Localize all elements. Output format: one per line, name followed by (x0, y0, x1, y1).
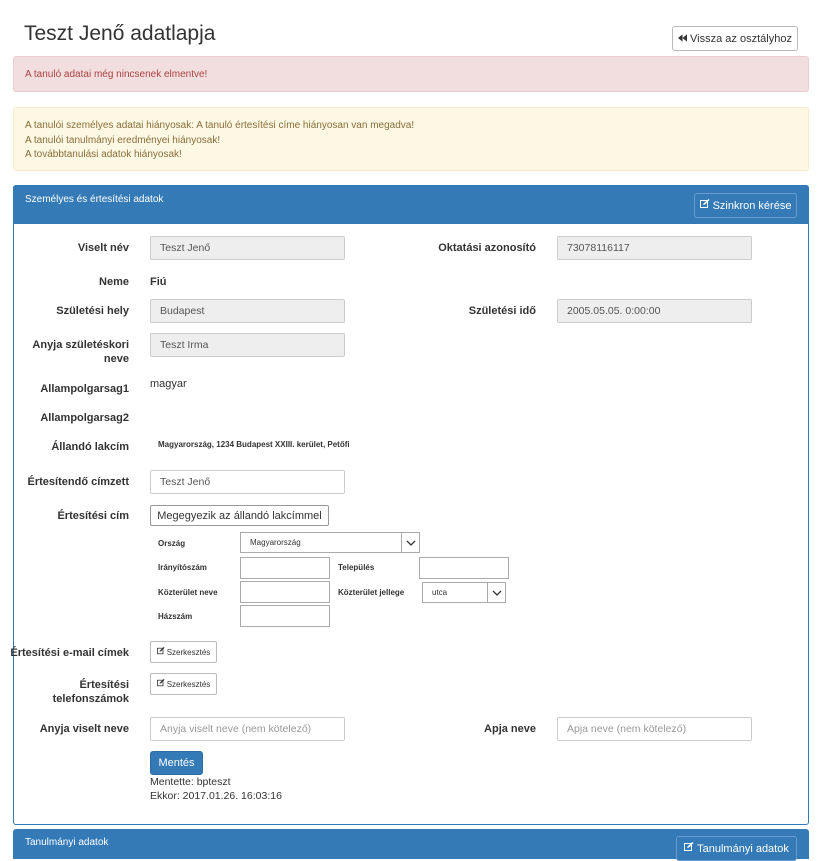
telepules-input[interactable] (419, 557, 509, 579)
sync-request-button[interactable]: Szinkron kérése (694, 193, 797, 218)
szuletesi-ido-value: 2005.05.05. 0:00:00 (567, 305, 661, 317)
anyja-szuletesi-neve-value: Teszt Irma (160, 339, 209, 351)
hazszam-input[interactable] (240, 605, 330, 627)
neme-value: Fiú (150, 276, 167, 288)
fast-backward-icon (678, 33, 688, 45)
edit-email-label: Szerkesztés (166, 647, 211, 657)
warning-line: A továbbtanulási adatok hiányosak! (25, 149, 182, 160)
study-panel-header: Tanulmányi adatok Tanulmányi adatok (13, 829, 809, 861)
allampolgarsag1-label: Allampolgarsag1 (40, 383, 129, 395)
anyja-viselt-neve-placeholder: Anyja viselt neve (nem kötelező) (160, 723, 312, 735)
study-button-label: Tanulmányi adatok (697, 842, 789, 855)
same-as-permanent-address-button[interactable]: Megegyezik az állandó lakcímmel (150, 505, 329, 526)
chevron-down-icon (401, 533, 419, 552)
orszag-select[interactable]: Magyarország (240, 532, 420, 553)
edit-icon (156, 679, 165, 689)
oktatasi-azonosito-label: Oktatási azonosító (438, 242, 536, 254)
edit-phones-label: Szerkesztés (166, 679, 211, 689)
kozterulet-jellege-select[interactable]: utca (422, 582, 506, 603)
allando-lakcim-label: Állandó lakcím (51, 441, 129, 453)
kozterulet-jellege-label: Közterület jellege (338, 588, 405, 597)
szuletesi-ido-label: Születési idő (468, 305, 536, 317)
edit-email-button[interactable]: Szerkesztés (150, 641, 217, 663)
viselt-nev-value: Teszt Jenő (160, 242, 211, 254)
personal-panel-header: Személyes és értesítési adatok Szinkron … (13, 185, 809, 224)
back-to-class-button[interactable]: Vissza az osztályhoz (672, 26, 798, 51)
ertesitendo-cimzett-value: Teszt Jenő (160, 476, 211, 488)
kozterulet-jellege-value: utca (432, 588, 448, 597)
szuletesi-ido-field: 2005.05.05. 0:00:00 (557, 299, 752, 323)
phones-label: Értesítési telefonszámok (52, 679, 129, 705)
missing-data-alert: A tanulói személyes adatai hiányosak: A … (13, 107, 809, 171)
orszag-label: Ország (158, 539, 186, 548)
allampolgarsag2-label: Allampolgarsag2 (40, 412, 129, 424)
saved-at-text: Ekkor: 2017.01.26. 16:03:16 (150, 790, 282, 802)
sync-button-label: Szinkron kérése (712, 199, 792, 212)
edit-phones-button[interactable]: Szerkesztés (150, 673, 217, 695)
hazszam-label: Házszám (158, 612, 193, 621)
saved-by-text: Mentette: bpteszt (150, 776, 231, 788)
back-button-label: Vissza az osztályhoz (690, 32, 792, 45)
szuletesi-hely-field: Budapest (150, 299, 345, 323)
page-title: Teszt Jenő adatlapja (24, 22, 216, 45)
study-data-button[interactable]: Tanulmányi adatok (676, 836, 797, 861)
kozterulet-neve-input[interactable] (240, 581, 330, 603)
apja-neve-label: Apja neve (484, 723, 536, 735)
oktatasi-azonosito-field: 73078116117 (557, 236, 752, 260)
edit-icon (684, 842, 694, 855)
warning-line: A tanulói tanulmányi eredményei hiányosa… (25, 134, 221, 146)
iranyitoszam-label: Irányítószám (158, 563, 207, 572)
warning-line: A tanulói személyes adatai hiányosak: A … (25, 120, 415, 131)
apja-neve-input[interactable]: Apja neve (nem kötelező) (557, 717, 752, 741)
anyja-viselt-neve-input[interactable]: Anyja viselt neve (nem kötelező) (150, 717, 345, 741)
allando-lakcim-value: Magyarország, 1234 Budapest XXIII. kerül… (158, 440, 350, 449)
anyja-szuletesi-neve-field: Teszt Irma (150, 333, 345, 357)
apja-neve-placeholder: Apja neve (nem kötelező) (567, 723, 687, 735)
anyja-viselt-neve-label: Anyja viselt neve (39, 723, 129, 735)
oktatasi-azonosito-value: 73078116117 (567, 242, 630, 254)
edit-icon (156, 647, 165, 657)
edit-icon (699, 199, 710, 212)
email-label: Értesítési e-mail címek (10, 647, 129, 659)
telepules-label: Település (338, 563, 375, 572)
kozterulet-neve-label: Közterület neve (158, 588, 218, 597)
save-button[interactable]: Mentés (150, 751, 203, 775)
ertesitesi-cim-label: Értesítési cím (57, 510, 129, 522)
neme-label: Neme (99, 276, 129, 288)
anyja-szuletesi-neve-label: Anyja születéskori neve (32, 339, 129, 365)
orszag-value: Magyarország (250, 538, 301, 547)
viselt-nev-label: Viselt név (77, 242, 129, 254)
chevron-down-icon (487, 583, 505, 602)
viselt-nev-field: Teszt Jenő (150, 236, 345, 260)
panel-title: Személyes és értesítési adatok (25, 194, 164, 205)
unsaved-alert: A tanuló adatai még nincsenek elmentve! (13, 56, 809, 92)
allampolgarsag1-value: magyar (150, 378, 187, 390)
panel-title: Tanulmányi adatok (25, 837, 109, 848)
szuletesi-hely-value: Budapest (160, 305, 205, 317)
iranyitoszam-input[interactable] (240, 557, 330, 579)
ertesitendo-cimzett-input[interactable]: Teszt Jenő (150, 470, 345, 494)
szuletesi-hely-label: Születési hely (56, 305, 129, 317)
ertesitendo-cimzett-label: Értesítendő címzett (27, 476, 129, 488)
